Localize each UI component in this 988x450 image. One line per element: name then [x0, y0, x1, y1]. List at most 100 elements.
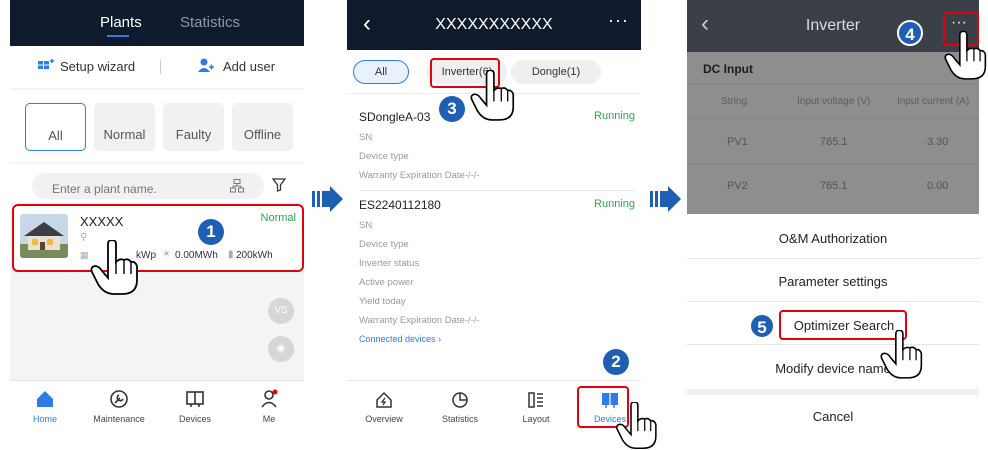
nav-devices[interactable]: Devices — [160, 389, 230, 424]
divider — [687, 389, 979, 395]
device-field: Active power — [359, 277, 414, 288]
table-cell: PV2 — [727, 180, 748, 192]
pointing-hand-icon — [90, 240, 138, 295]
device-field: Device type — [359, 239, 409, 250]
plant-energy: 0.00MWh — [175, 250, 218, 261]
chevron-right-icon: › — [438, 334, 442, 344]
step-badge-2: 2 — [603, 349, 629, 375]
plant-title: XXXXXXXXXXX — [435, 16, 553, 33]
action-bar: Setup wizard Add user — [10, 46, 304, 88]
nav-maintenance[interactable]: Maintenance — [84, 389, 154, 424]
divider — [687, 258, 979, 259]
table-cell: 3.30 — [927, 136, 949, 148]
connected-devices-link[interactable]: Connected devices › — [359, 334, 635, 344]
pie-chart-icon — [452, 392, 468, 408]
tab-statistics[interactable]: Statistics — [180, 14, 240, 31]
divider — [160, 60, 161, 74]
device-card-inverter[interactable]: ES2240112180 Running SN Device type Inve… — [359, 198, 635, 344]
menu-cancel[interactable]: Cancel — [687, 409, 979, 424]
nav-maintenance-label: Maintenance — [93, 414, 145, 424]
active-tab-indicator — [107, 35, 129, 37]
nav-me[interactable]: Me — [234, 389, 304, 424]
more-icon[interactable]: ··· — [608, 10, 629, 31]
pointing-hand-icon — [616, 402, 657, 450]
menu-modify-device-name[interactable]: Modify device name — [687, 361, 979, 376]
nav-devices-label: Devices — [178, 414, 211, 424]
sun-icon: ☀ — [162, 249, 171, 260]
section-title: DC Input — [703, 62, 753, 76]
camera-button[interactable]: ◉ — [268, 336, 294, 362]
nav-statistics-label: Statistics — [441, 414, 478, 424]
filter-faulty[interactable]: Faulty — [163, 103, 224, 151]
device-status: Running — [594, 110, 635, 122]
device-field: SN — [359, 220, 373, 231]
wrench-icon — [110, 390, 128, 408]
table-cell: 0.00 — [927, 180, 949, 192]
column-header: Input voltage (V) — [797, 96, 871, 107]
menu-om-authorization[interactable]: O&M Authorization — [687, 231, 979, 246]
menu-parameter-settings[interactable]: Parameter settings — [687, 274, 979, 289]
column-header: Input current (A) — [897, 96, 970, 107]
pointing-hand-icon — [880, 330, 923, 379]
divider — [687, 344, 979, 345]
devices-icon — [186, 391, 204, 407]
chip-all[interactable]: All — [353, 60, 409, 84]
device-status: Running — [594, 198, 635, 210]
divider — [687, 118, 979, 119]
nav-statistics[interactable]: Statistics — [425, 391, 495, 424]
flow-arrow-icon — [312, 186, 343, 212]
nav-me-label: Me — [262, 414, 276, 424]
app-header: ‹ Inverter — [687, 0, 979, 52]
table-cell: 765.1 — [820, 180, 848, 192]
battery-icon: ▮ — [228, 249, 234, 260]
device-field: Warranty Expiration Date-/-/- — [359, 315, 480, 326]
capacity-icon: ▦ — [80, 250, 89, 260]
nav-overview[interactable]: Overview — [349, 391, 419, 424]
user-icon — [261, 389, 278, 408]
table-cell: 765.1 — [820, 136, 848, 148]
app-header: ‹ XXXXXXXXXXX ··· — [347, 0, 641, 50]
plant-card[interactable]: XXXXX Normal ⚲ ▦ kWp ☀ 0.00MWh ▮ 200kWh — [12, 204, 304, 272]
tab-plants[interactable]: Plants — [100, 14, 142, 31]
column-header: String — [721, 96, 748, 107]
filter-funnel-icon[interactable] — [272, 178, 286, 192]
inverter-screen: ‹ Inverter DC Input String Input voltage… — [687, 0, 979, 436]
setup-wizard-icon — [38, 59, 54, 69]
nav-layout[interactable]: Layout — [501, 391, 571, 424]
plant-photo — [20, 214, 68, 258]
step-badge-1: 1 — [198, 219, 224, 245]
connected-devices-label: Connected devices — [359, 334, 436, 344]
plants-screen: Plants Statistics Setup wizard Add user … — [10, 0, 304, 436]
pointing-hand-icon — [470, 70, 515, 121]
location-pin-icon: ⚲ — [80, 232, 88, 243]
device-field: Device type — [359, 151, 409, 162]
filter-normal[interactable]: Normal — [94, 103, 155, 151]
divider — [687, 301, 979, 302]
table-cell: PV1 — [727, 136, 748, 148]
nav-overview-label: Overview — [365, 414, 403, 424]
hierarchy-icon[interactable] — [230, 179, 244, 193]
device-title: Inverter — [805, 17, 861, 34]
device-field: Inverter status — [359, 258, 420, 269]
divider — [359, 190, 635, 191]
device-field: Yield today — [359, 296, 406, 307]
plant-status: Normal — [260, 212, 296, 224]
chip-dongle[interactable]: Dongle(1) — [511, 60, 601, 84]
overview-icon — [376, 391, 392, 408]
setup-wizard-button[interactable]: Setup wizard — [60, 59, 135, 74]
nav-home-label: Home — [32, 414, 57, 424]
bottom-navigation: Home Maintenance Devices Me — [10, 380, 304, 436]
status-filter-group: All Normal Faulty Offline — [10, 90, 304, 162]
flow-arrow-icon — [650, 186, 681, 212]
device-field: SN — [359, 132, 373, 143]
add-user-button[interactable]: Add user — [223, 59, 275, 74]
vs-button[interactable]: VS — [268, 298, 294, 324]
top-tab-bar: Plants Statistics — [10, 0, 304, 46]
filter-offline[interactable]: Offline — [232, 103, 293, 151]
divider — [687, 84, 979, 85]
nav-home[interactable]: Home — [10, 389, 80, 424]
step-badge-5: 5 — [749, 313, 775, 339]
plant-name: XXXXX — [80, 214, 124, 229]
home-icon — [37, 391, 53, 407]
filter-all[interactable]: All — [25, 103, 86, 151]
